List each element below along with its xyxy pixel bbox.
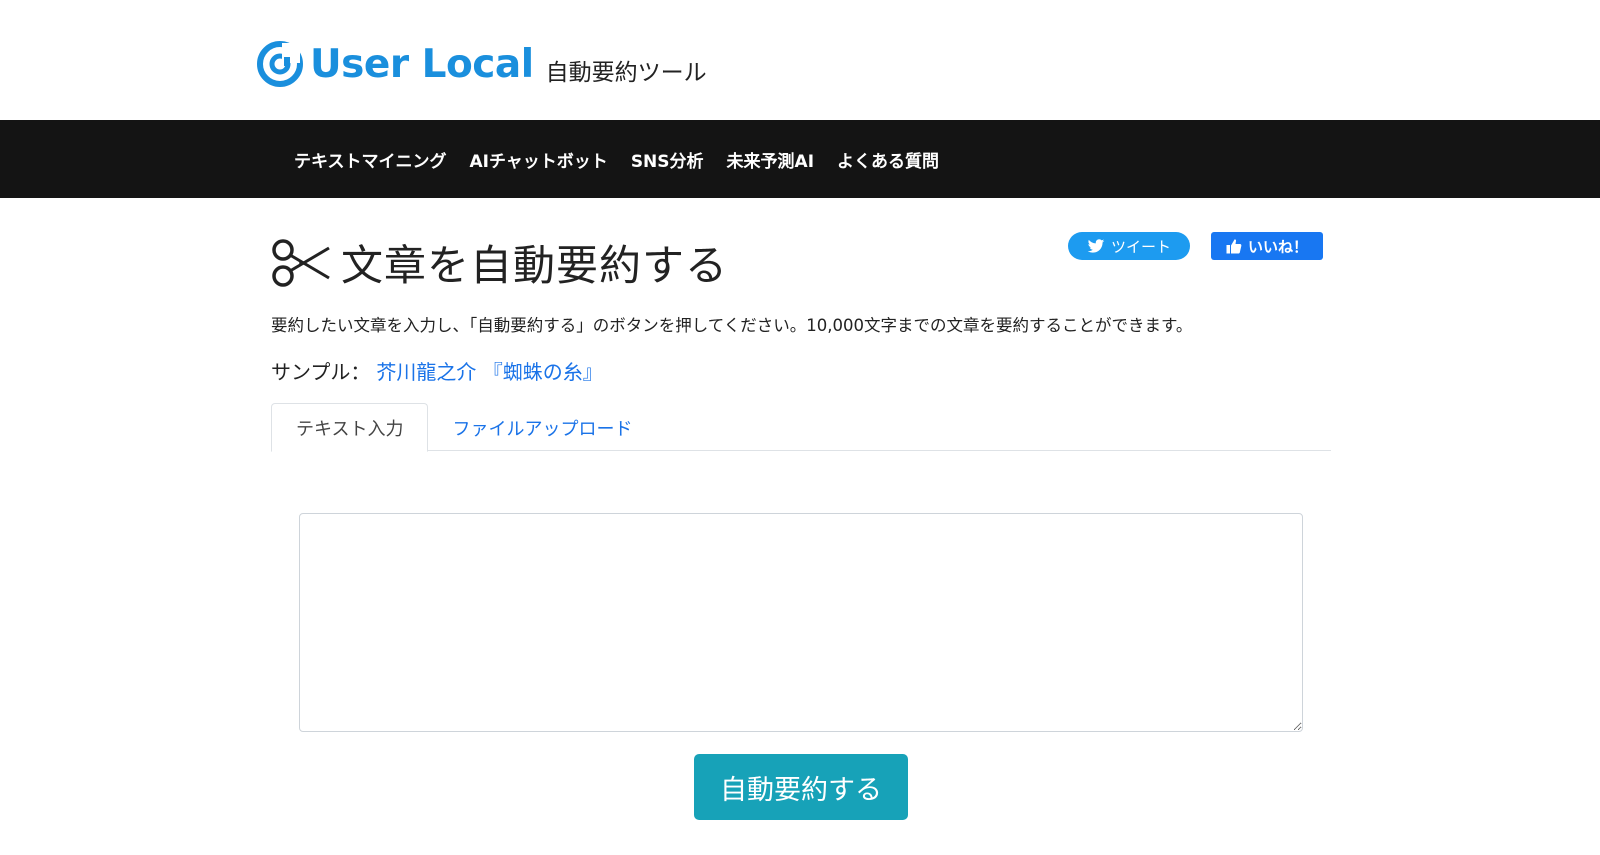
title-row: 文章を自動要約する <box>271 232 728 293</box>
twitter-bird-icon <box>1087 238 1105 254</box>
scissors-icon <box>272 238 330 287</box>
facebook-like-button[interactable]: いいね！ <box>1211 232 1323 260</box>
like-label: いいね！ <box>1247 237 1308 256</box>
main-navbar: テキストマイニング AIチャットボット SNS分析 未来予測AI よくある質問 <box>0 120 1600 198</box>
sample-link[interactable]: 芥川龍之介 『蜘蛛の糸』 <box>376 360 602 384</box>
nav-item-text-mining[interactable]: テキストマイニング <box>294 147 447 172</box>
tweet-button[interactable]: ツイート <box>1068 232 1190 260</box>
logo-text: User Local <box>310 41 534 87</box>
nav-item-faq[interactable]: よくある質問 <box>837 147 939 172</box>
logo-subtitle: 自動要約ツール <box>545 60 707 86</box>
user-local-logo[interactable]: User Local 自動要約ツール <box>256 40 707 88</box>
page-title: 文章を自動要約する <box>341 241 729 290</box>
nav-item-ai-chatbot[interactable]: AIチャットボット <box>470 147 608 172</box>
summarize-button[interactable]: 自動要約する <box>694 754 908 820</box>
tweet-label: ツイート <box>1110 237 1171 256</box>
tab-file-upload[interactable]: ファイルアップロード <box>428 403 656 452</box>
tab-text-input[interactable]: テキスト入力 <box>271 403 429 452</box>
nav-list: テキストマイニング AIチャットボット SNS分析 未来予測AI よくある質問 <box>294 120 962 198</box>
user-local-logo-icon <box>257 41 303 87</box>
site-header: User Local 自動要約ツール <box>0 0 1600 120</box>
text-input-area[interactable] <box>299 513 1303 732</box>
description-text: 要約したい文章を入力し、「自動要約する」のボタンを押してください。10,000文… <box>271 316 1193 335</box>
nav-item-sns-analysis[interactable]: SNS分析 <box>631 147 704 172</box>
sample-row: サンプル： 芥川龍之介 『蜘蛛の糸』 <box>271 356 603 385</box>
sample-label: サンプル： <box>271 360 371 384</box>
thumbs-up-icon <box>1226 238 1242 254</box>
input-tabs: テキスト入力 ファイルアップロード <box>271 403 1331 452</box>
nav-item-future-prediction-ai[interactable]: 未来予測AI <box>727 147 814 172</box>
